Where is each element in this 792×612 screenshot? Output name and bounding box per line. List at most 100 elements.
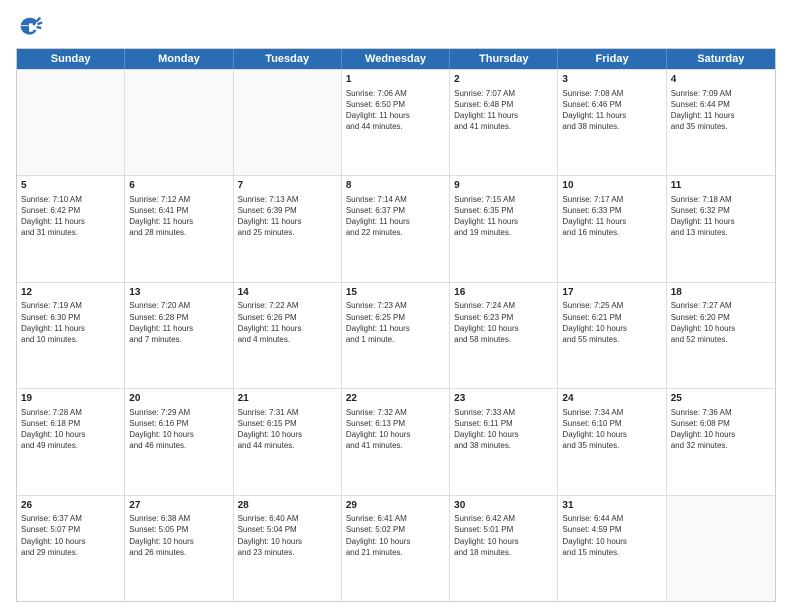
cell-info: Sunrise: 6:44 AMSunset: 4:59 PMDaylight:… bbox=[562, 513, 661, 558]
logo bbox=[16, 14, 46, 42]
calendar-cell: 3Sunrise: 7:08 AMSunset: 6:46 PMDaylight… bbox=[558, 70, 666, 175]
cell-info: Sunrise: 7:19 AMSunset: 6:30 PMDaylight:… bbox=[21, 300, 120, 345]
calendar-cell: 8Sunrise: 7:14 AMSunset: 6:37 PMDaylight… bbox=[342, 176, 450, 281]
day-number: 18 bbox=[671, 286, 771, 300]
cell-info: Sunrise: 7:10 AMSunset: 6:42 PMDaylight:… bbox=[21, 194, 120, 239]
calendar-cell: 22Sunrise: 7:32 AMSunset: 6:13 PMDayligh… bbox=[342, 389, 450, 494]
day-number: 6 bbox=[129, 179, 228, 193]
cell-info: Sunrise: 7:14 AMSunset: 6:37 PMDaylight:… bbox=[346, 194, 445, 239]
day-number: 24 bbox=[562, 392, 661, 406]
calendar-cell: 11Sunrise: 7:18 AMSunset: 6:32 PMDayligh… bbox=[667, 176, 775, 281]
day-number: 28 bbox=[238, 499, 337, 513]
calendar-cell: 7Sunrise: 7:13 AMSunset: 6:39 PMDaylight… bbox=[234, 176, 342, 281]
calendar-cell: 27Sunrise: 6:38 AMSunset: 5:05 PMDayligh… bbox=[125, 496, 233, 601]
calendar-cell: 24Sunrise: 7:34 AMSunset: 6:10 PMDayligh… bbox=[558, 389, 666, 494]
cell-info: Sunrise: 7:07 AMSunset: 6:48 PMDaylight:… bbox=[454, 88, 553, 133]
day-number: 1 bbox=[346, 73, 445, 87]
cell-info: Sunrise: 7:28 AMSunset: 6:18 PMDaylight:… bbox=[21, 407, 120, 452]
cell-info: Sunrise: 7:22 AMSunset: 6:26 PMDaylight:… bbox=[238, 300, 337, 345]
day-number: 19 bbox=[21, 392, 120, 406]
calendar-cell: 23Sunrise: 7:33 AMSunset: 6:11 PMDayligh… bbox=[450, 389, 558, 494]
cell-info: Sunrise: 6:40 AMSunset: 5:04 PMDaylight:… bbox=[238, 513, 337, 558]
calendar-cell: 30Sunrise: 6:42 AMSunset: 5:01 PMDayligh… bbox=[450, 496, 558, 601]
header-day-friday: Friday bbox=[558, 49, 666, 69]
day-number: 31 bbox=[562, 499, 661, 513]
day-number: 14 bbox=[238, 286, 337, 300]
day-number: 22 bbox=[346, 392, 445, 406]
calendar-cell: 15Sunrise: 7:23 AMSunset: 6:25 PMDayligh… bbox=[342, 283, 450, 388]
header-day-monday: Monday bbox=[125, 49, 233, 69]
cell-info: Sunrise: 7:15 AMSunset: 6:35 PMDaylight:… bbox=[454, 194, 553, 239]
day-number: 17 bbox=[562, 286, 661, 300]
calendar-cell bbox=[17, 70, 125, 175]
calendar-cell: 6Sunrise: 7:12 AMSunset: 6:41 PMDaylight… bbox=[125, 176, 233, 281]
cell-info: Sunrise: 6:41 AMSunset: 5:02 PMDaylight:… bbox=[346, 513, 445, 558]
cell-info: Sunrise: 7:18 AMSunset: 6:32 PMDaylight:… bbox=[671, 194, 771, 239]
header-day-tuesday: Tuesday bbox=[234, 49, 342, 69]
header-day-sunday: Sunday bbox=[17, 49, 125, 69]
cell-info: Sunrise: 7:36 AMSunset: 6:08 PMDaylight:… bbox=[671, 407, 771, 452]
calendar-row-2: 5Sunrise: 7:10 AMSunset: 6:42 PMDaylight… bbox=[17, 175, 775, 281]
calendar-cell: 18Sunrise: 7:27 AMSunset: 6:20 PMDayligh… bbox=[667, 283, 775, 388]
cell-info: Sunrise: 6:42 AMSunset: 5:01 PMDaylight:… bbox=[454, 513, 553, 558]
calendar-cell bbox=[667, 496, 775, 601]
day-number: 13 bbox=[129, 286, 228, 300]
day-number: 9 bbox=[454, 179, 553, 193]
cell-info: Sunrise: 7:09 AMSunset: 6:44 PMDaylight:… bbox=[671, 88, 771, 133]
header-day-saturday: Saturday bbox=[667, 49, 775, 69]
cell-info: Sunrise: 7:12 AMSunset: 6:41 PMDaylight:… bbox=[129, 194, 228, 239]
cell-info: Sunrise: 6:37 AMSunset: 5:07 PMDaylight:… bbox=[21, 513, 120, 558]
cell-info: Sunrise: 7:25 AMSunset: 6:21 PMDaylight:… bbox=[562, 300, 661, 345]
day-number: 11 bbox=[671, 179, 771, 193]
calendar-header: SundayMondayTuesdayWednesdayThursdayFrid… bbox=[17, 49, 775, 69]
calendar-cell: 25Sunrise: 7:36 AMSunset: 6:08 PMDayligh… bbox=[667, 389, 775, 494]
calendar-cell: 14Sunrise: 7:22 AMSunset: 6:26 PMDayligh… bbox=[234, 283, 342, 388]
day-number: 4 bbox=[671, 73, 771, 87]
logo-icon bbox=[16, 14, 44, 42]
cell-info: Sunrise: 7:23 AMSunset: 6:25 PMDaylight:… bbox=[346, 300, 445, 345]
cell-info: Sunrise: 7:32 AMSunset: 6:13 PMDaylight:… bbox=[346, 407, 445, 452]
calendar-cell: 31Sunrise: 6:44 AMSunset: 4:59 PMDayligh… bbox=[558, 496, 666, 601]
calendar-cell: 2Sunrise: 7:07 AMSunset: 6:48 PMDaylight… bbox=[450, 70, 558, 175]
day-number: 5 bbox=[21, 179, 120, 193]
day-number: 8 bbox=[346, 179, 445, 193]
calendar-cell: 28Sunrise: 6:40 AMSunset: 5:04 PMDayligh… bbox=[234, 496, 342, 601]
day-number: 23 bbox=[454, 392, 553, 406]
calendar-cell: 26Sunrise: 6:37 AMSunset: 5:07 PMDayligh… bbox=[17, 496, 125, 601]
cell-info: Sunrise: 6:38 AMSunset: 5:05 PMDaylight:… bbox=[129, 513, 228, 558]
header-day-wednesday: Wednesday bbox=[342, 49, 450, 69]
day-number: 10 bbox=[562, 179, 661, 193]
cell-info: Sunrise: 7:13 AMSunset: 6:39 PMDaylight:… bbox=[238, 194, 337, 239]
calendar-cell: 5Sunrise: 7:10 AMSunset: 6:42 PMDaylight… bbox=[17, 176, 125, 281]
calendar-cell: 16Sunrise: 7:24 AMSunset: 6:23 PMDayligh… bbox=[450, 283, 558, 388]
calendar: SundayMondayTuesdayWednesdayThursdayFrid… bbox=[16, 48, 776, 602]
calendar-page: SundayMondayTuesdayWednesdayThursdayFrid… bbox=[0, 0, 792, 612]
cell-info: Sunrise: 7:06 AMSunset: 6:50 PMDaylight:… bbox=[346, 88, 445, 133]
calendar-cell bbox=[125, 70, 233, 175]
day-number: 7 bbox=[238, 179, 337, 193]
header-day-thursday: Thursday bbox=[450, 49, 558, 69]
cell-info: Sunrise: 7:24 AMSunset: 6:23 PMDaylight:… bbox=[454, 300, 553, 345]
day-number: 3 bbox=[562, 73, 661, 87]
day-number: 26 bbox=[21, 499, 120, 513]
cell-info: Sunrise: 7:31 AMSunset: 6:15 PMDaylight:… bbox=[238, 407, 337, 452]
page-header bbox=[16, 10, 776, 42]
day-number: 29 bbox=[346, 499, 445, 513]
calendar-row-4: 19Sunrise: 7:28 AMSunset: 6:18 PMDayligh… bbox=[17, 388, 775, 494]
day-number: 12 bbox=[21, 286, 120, 300]
calendar-cell bbox=[234, 70, 342, 175]
calendar-cell: 19Sunrise: 7:28 AMSunset: 6:18 PMDayligh… bbox=[17, 389, 125, 494]
cell-info: Sunrise: 7:29 AMSunset: 6:16 PMDaylight:… bbox=[129, 407, 228, 452]
calendar-row-5: 26Sunrise: 6:37 AMSunset: 5:07 PMDayligh… bbox=[17, 495, 775, 601]
day-number: 2 bbox=[454, 73, 553, 87]
calendar-cell: 29Sunrise: 6:41 AMSunset: 5:02 PMDayligh… bbox=[342, 496, 450, 601]
calendar-row-1: 1Sunrise: 7:06 AMSunset: 6:50 PMDaylight… bbox=[17, 69, 775, 175]
calendar-cell: 13Sunrise: 7:20 AMSunset: 6:28 PMDayligh… bbox=[125, 283, 233, 388]
cell-info: Sunrise: 7:34 AMSunset: 6:10 PMDaylight:… bbox=[562, 407, 661, 452]
cell-info: Sunrise: 7:20 AMSunset: 6:28 PMDaylight:… bbox=[129, 300, 228, 345]
calendar-cell: 12Sunrise: 7:19 AMSunset: 6:30 PMDayligh… bbox=[17, 283, 125, 388]
cell-info: Sunrise: 7:33 AMSunset: 6:11 PMDaylight:… bbox=[454, 407, 553, 452]
calendar-body: 1Sunrise: 7:06 AMSunset: 6:50 PMDaylight… bbox=[17, 69, 775, 601]
cell-info: Sunrise: 7:17 AMSunset: 6:33 PMDaylight:… bbox=[562, 194, 661, 239]
day-number: 20 bbox=[129, 392, 228, 406]
